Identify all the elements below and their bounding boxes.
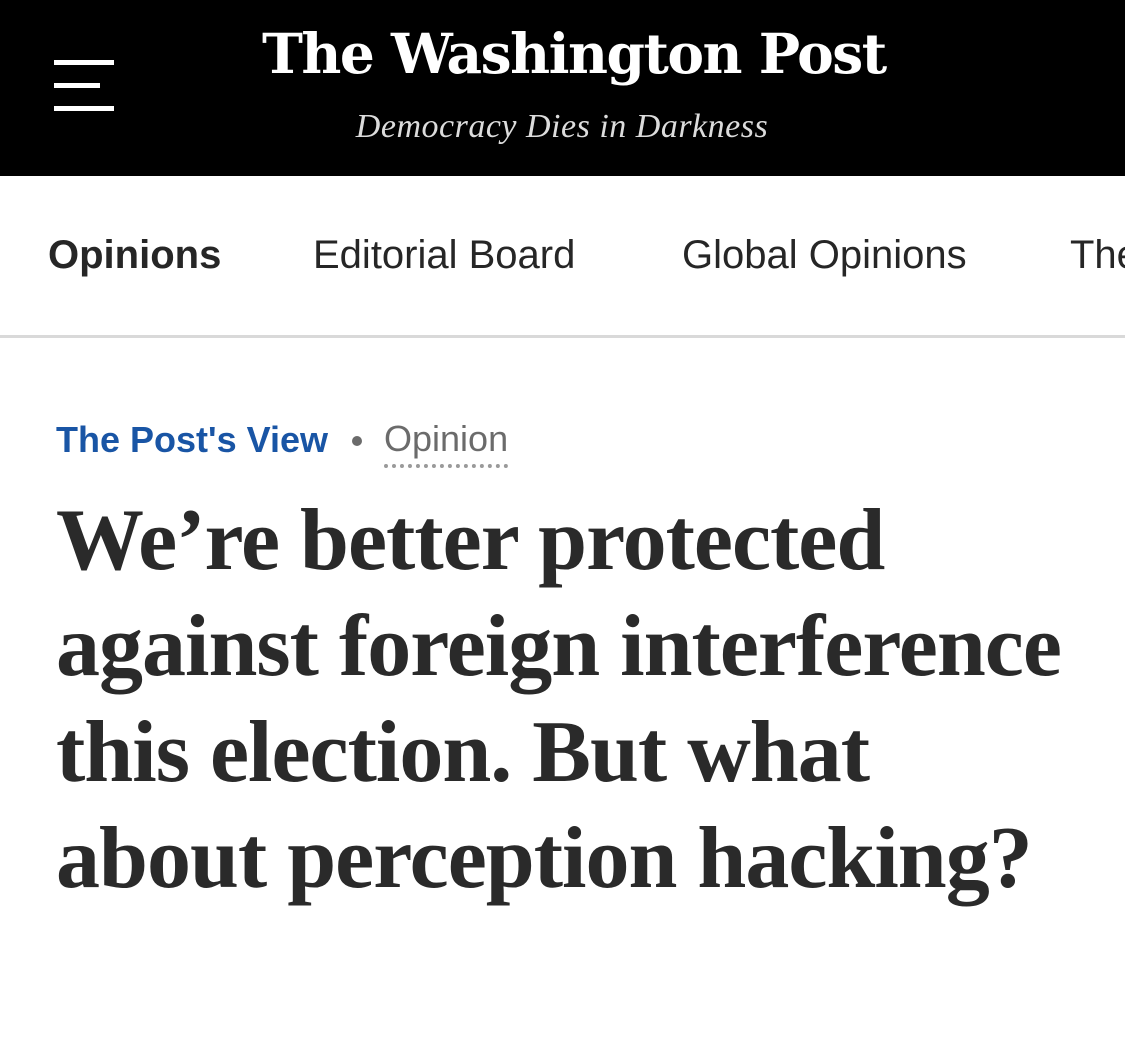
menu-button[interactable] — [44, 50, 126, 122]
brand-logo[interactable]: The Washington Post — [262, 10, 887, 98]
article-headline: We’re better protected against foreign i… — [56, 492, 1062, 907]
nav-item-global-opinions[interactable]: Global Opinions — [682, 232, 967, 278]
section-nav: Opinions Editorial Board Global Opinions… — [0, 176, 1125, 338]
masthead: The Washington Post Democracy Dies in Da… — [0, 0, 1125, 176]
article-kicker: The Post's View Opinion — [56, 414, 509, 468]
nav-item-editorial-board[interactable]: Editorial Board — [313, 232, 575, 278]
section-link[interactable]: The Post's View — [56, 414, 328, 466]
nav-item-opinions[interactable]: Opinions — [48, 232, 221, 278]
tagline: Democracy Dies in Darkness — [355, 108, 769, 145]
opinion-label[interactable]: Opinion — [384, 414, 509, 468]
hamburger-menu-icon — [54, 60, 114, 112]
separator-dot — [352, 436, 362, 446]
nav-item-truncated[interactable]: The — [1070, 232, 1125, 278]
